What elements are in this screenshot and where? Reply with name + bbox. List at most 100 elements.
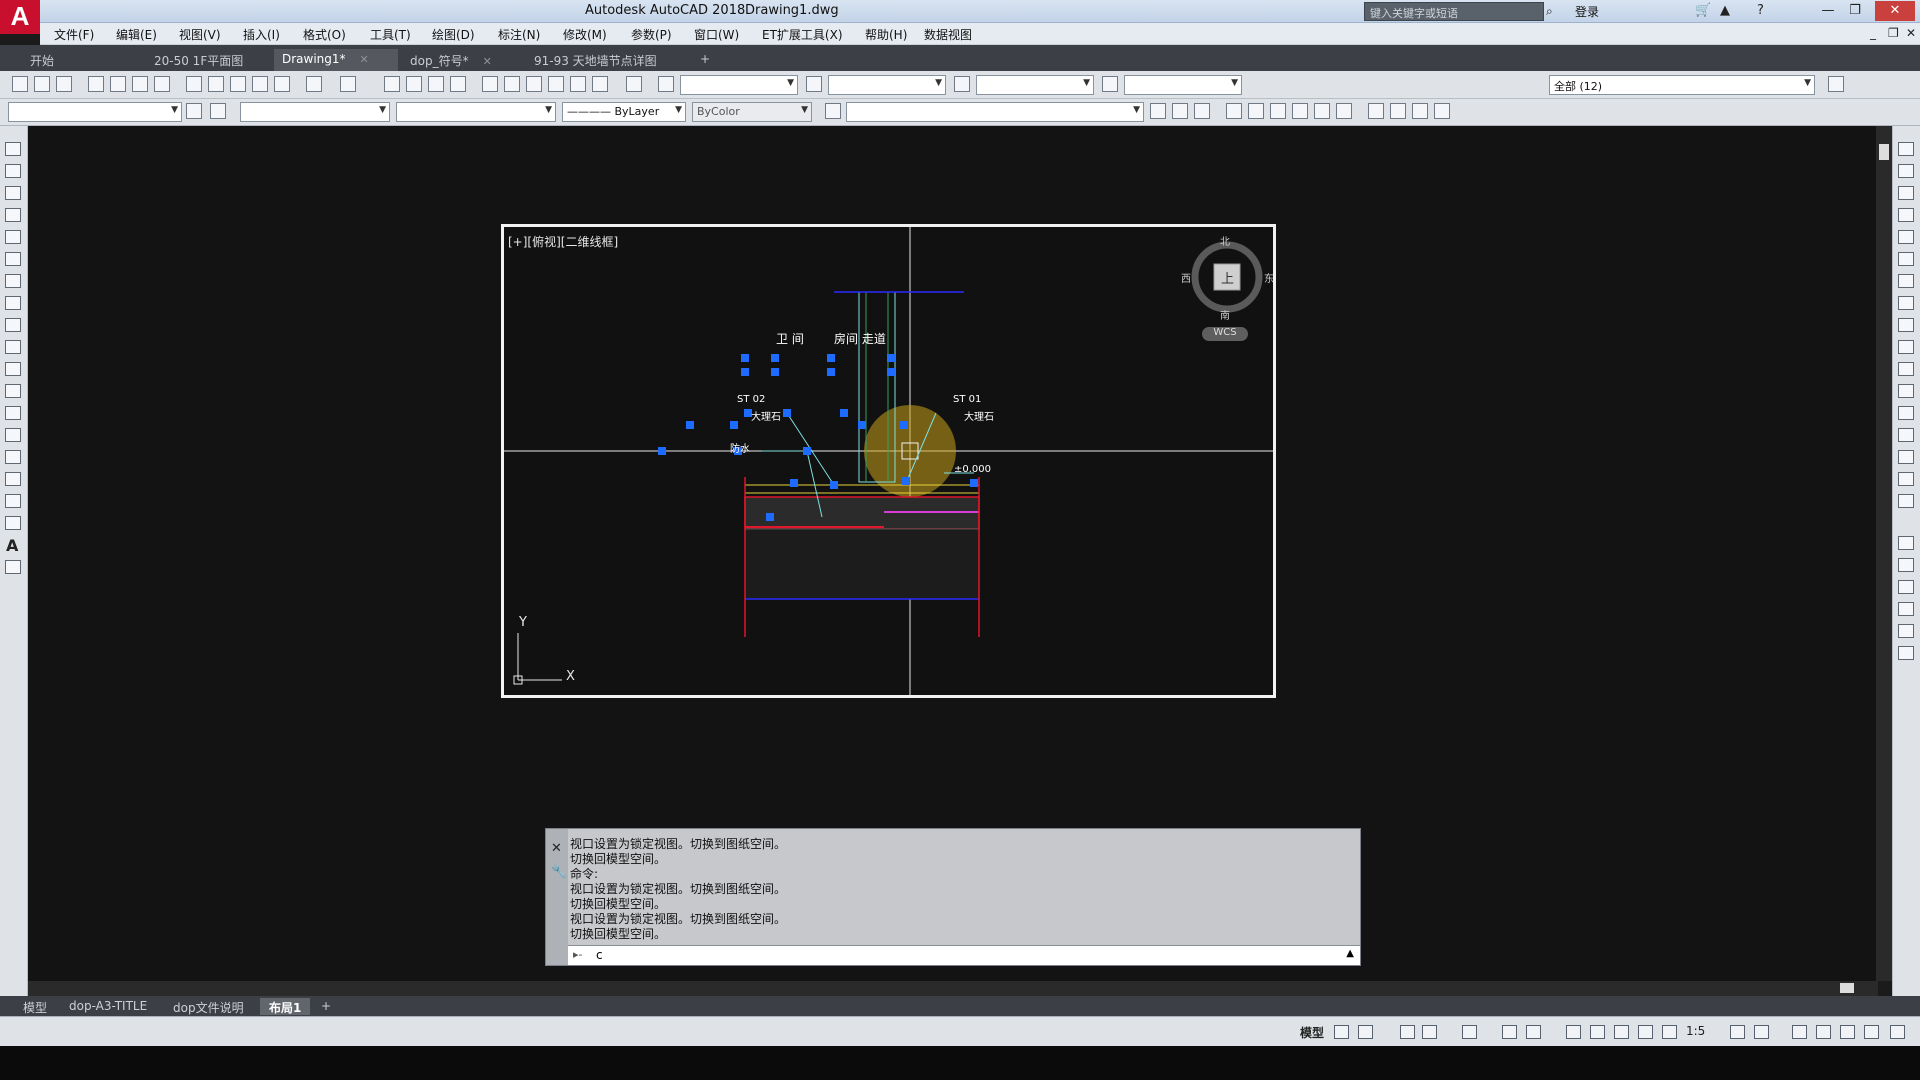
lineweight-icon[interactable]: [1566, 1025, 1581, 1039]
workspace-gear-icon[interactable]: [1754, 1025, 1769, 1039]
clean-screen-icon[interactable]: [1864, 1025, 1879, 1039]
layer-select[interactable]: ▼: [8, 102, 182, 122]
viewcube-west[interactable]: 西: [1181, 270, 1191, 285]
scale-icon[interactable]: [1898, 296, 1914, 310]
table-style-icon[interactable]: [954, 76, 970, 92]
command-prompt-icon[interactable]: ▸-: [573, 948, 583, 961]
tab-layout1[interactable]: 布局1: [260, 998, 311, 1015]
menu-file[interactable]: 文件(F): [54, 26, 94, 43]
command-input[interactable]: ▸- c ▲: [568, 945, 1360, 965]
annotation-monitor-icon[interactable]: [1730, 1025, 1745, 1039]
text-to-front-icon[interactable]: [1898, 646, 1914, 660]
explode-icon[interactable]: [1898, 494, 1914, 508]
horizontal-scroll-thumb[interactable]: [1840, 983, 1854, 993]
layer-off-icon[interactable]: [1248, 103, 1264, 119]
viewcube-east[interactable]: 东: [1264, 270, 1273, 285]
close-button[interactable]: ✕: [1875, 1, 1915, 21]
stretch-icon[interactable]: [1898, 318, 1914, 332]
help-toolbar-icon[interactable]: [626, 76, 642, 92]
menu-draw[interactable]: 绘图(D): [432, 26, 475, 43]
circle-icon[interactable]: [5, 274, 21, 288]
gradient-icon[interactable]: [5, 472, 21, 486]
layout-viewport[interactable]: [+][俯视][二维线框] 卫 间 房间 走道 ST 02 ST 01 大理石 …: [501, 224, 1276, 698]
autocad-logo-icon[interactable]: A: [0, 0, 40, 34]
menu-help[interactable]: 帮助(H): [865, 26, 907, 43]
menu-express-tools[interactable]: ET扩展工具(X): [762, 26, 843, 43]
table-style-select[interactable]: ▼: [976, 75, 1094, 95]
copy-object-icon[interactable]: [1898, 164, 1914, 178]
menu-dimension[interactable]: 标注(N): [498, 26, 540, 43]
selection-cycling-icon[interactable]: [1614, 1025, 1629, 1039]
send-under-icon[interactable]: [1898, 624, 1914, 638]
tab-close-icon[interactable]: ✕: [483, 55, 492, 68]
add-selected-icon[interactable]: [5, 560, 21, 574]
new-tab-button[interactable]: +: [692, 49, 718, 71]
array-icon[interactable]: [1898, 230, 1914, 244]
spline-icon[interactable]: [5, 318, 21, 332]
arc-icon[interactable]: [5, 252, 21, 266]
layer-list-select[interactable]: ▼: [846, 102, 1144, 122]
restore-button[interactable]: ❐: [1842, 1, 1868, 21]
wrench-icon[interactable]: 🔧: [551, 865, 567, 880]
help-search-input[interactable]: 键入关键字或短语: [1364, 2, 1544, 21]
save-icon[interactable]: [56, 76, 72, 92]
menu-modify[interactable]: 修改(M): [563, 26, 607, 43]
send-to-back-icon[interactable]: [1898, 580, 1914, 594]
binoculars-icon[interactable]: ⌕: [1546, 4, 1553, 19]
tab-dop-symbols[interactable]: dop_符号* ✕: [402, 49, 522, 71]
dim-style-icon[interactable]: [806, 76, 822, 92]
customization-menu-icon[interactable]: [1890, 1025, 1905, 1039]
multiline-text-icon[interactable]: A: [6, 536, 18, 555]
make-current-layer-icon[interactable]: [210, 103, 226, 119]
move-icon[interactable]: [1898, 252, 1914, 266]
layer-isolate-icon[interactable]: [1172, 103, 1188, 119]
line-icon[interactable]: [5, 142, 21, 156]
properties-icon[interactable]: [482, 76, 498, 92]
publish-icon[interactable]: [132, 76, 148, 92]
horizontal-scrollbar[interactable]: [28, 981, 1878, 996]
quick-properties-icon[interactable]: [1816, 1025, 1831, 1039]
linetype-select[interactable]: ▼: [396, 102, 556, 122]
menu-data-view[interactable]: 数据视图: [924, 26, 972, 43]
fillet-icon[interactable]: [1898, 450, 1914, 464]
ellipse-icon[interactable]: [5, 340, 21, 354]
auto-scale-icon[interactable]: [1662, 1025, 1677, 1039]
layer-freeze-icon[interactable]: [1226, 103, 1242, 119]
break-icon[interactable]: [1898, 384, 1914, 398]
multileader-style-icon[interactable]: [1102, 76, 1118, 92]
layer-merge-icon[interactable]: [1314, 103, 1330, 119]
tab-dop-a3-title[interactable]: dop-A3-TITLE: [60, 998, 156, 1015]
pan-icon[interactable]: [384, 76, 400, 92]
open-file-icon[interactable]: [34, 76, 50, 92]
point-icon[interactable]: [5, 428, 21, 442]
print-icon[interactable]: [88, 76, 104, 92]
help-icon[interactable]: ?: [1757, 3, 1764, 18]
offset-icon[interactable]: [1898, 208, 1914, 222]
print-preview-icon[interactable]: [110, 76, 126, 92]
viewcube-face[interactable]: 上: [1221, 268, 1234, 287]
tab-close-icon[interactable]: ✕: [360, 53, 369, 66]
layer-previous-icon[interactable]: [1150, 103, 1166, 119]
bring-above-icon[interactable]: [1898, 602, 1914, 616]
menu-format[interactable]: 格式(O): [303, 26, 346, 43]
layer-delete-icon[interactable]: [1336, 103, 1352, 119]
layer-unlock-icon[interactable]: [1292, 103, 1308, 119]
layer-match-icon[interactable]: [825, 103, 841, 119]
3d-print-icon[interactable]: [154, 76, 170, 92]
table-icon[interactable]: [5, 516, 21, 530]
add-layout-button[interactable]: +: [312, 998, 340, 1015]
object-snap-tracking-icon[interactable]: [1502, 1025, 1517, 1039]
zoom-previous-icon[interactable]: [450, 76, 466, 92]
menu-window[interactable]: 窗口(W): [694, 26, 739, 43]
autodesk-icon[interactable]: ▲: [1720, 3, 1730, 18]
trim-icon[interactable]: [1898, 340, 1914, 354]
tool-palettes-icon[interactable]: [526, 76, 542, 92]
menu-edit[interactable]: 编辑(E): [116, 26, 157, 43]
color-select[interactable]: ▼: [240, 102, 390, 122]
tab-wall-details[interactable]: 91-93 天地墙节点详图*✕: [526, 49, 686, 83]
menu-tools[interactable]: 工具(T): [370, 26, 411, 43]
doc-minimize-icon[interactable]: _: [1870, 26, 1876, 40]
zoom-realtime-icon[interactable]: [406, 76, 422, 92]
rotate-icon[interactable]: [1898, 274, 1914, 288]
vertical-scrollbar[interactable]: [1876, 126, 1892, 981]
